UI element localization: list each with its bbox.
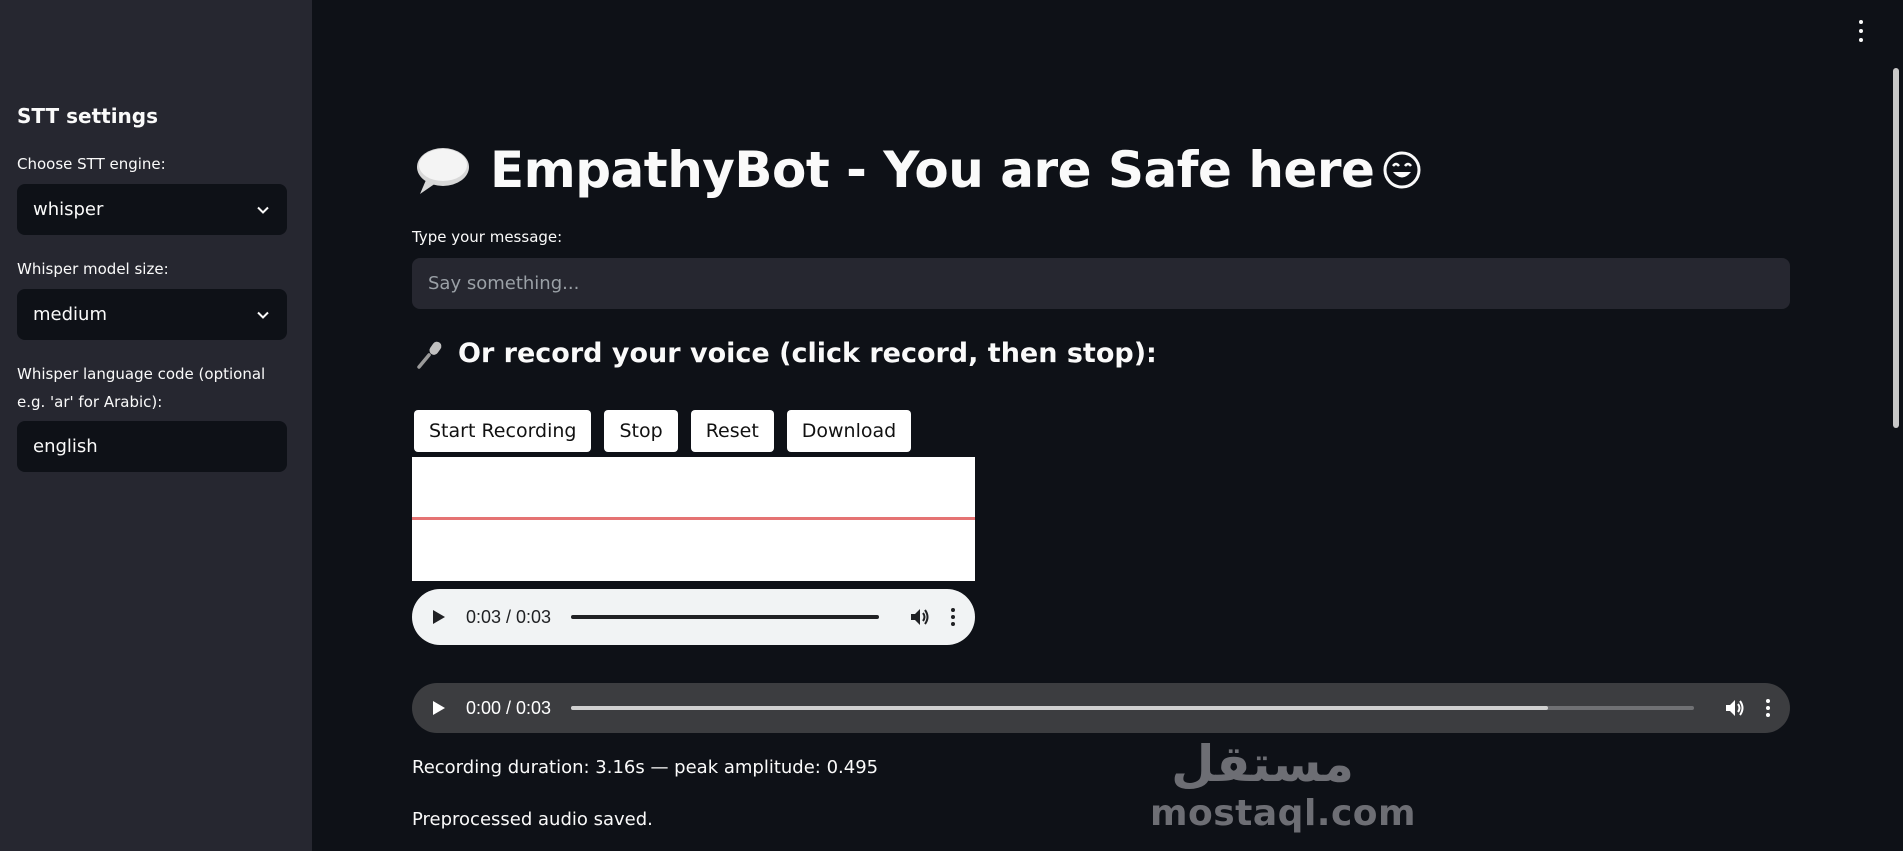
volume-icon[interactable]	[1724, 697, 1746, 719]
mostaql-watermark: مستقل mostaql.com	[1150, 735, 1417, 835]
lang-label-line2: e.g. 'ar' for Arabic):	[17, 393, 163, 411]
lang-label-line1: Whisper language code (optional	[17, 365, 266, 383]
lang-input-value: english	[33, 436, 98, 457]
play-icon[interactable]	[432, 700, 446, 716]
message-input[interactable]: Say something...	[412, 258, 1790, 309]
start-recording-button[interactable]: Start Recording	[414, 410, 592, 452]
smiling-face-icon	[1383, 151, 1421, 189]
model-label: Whisper model size:	[17, 260, 169, 278]
stop-button[interactable]: Stop	[604, 410, 678, 452]
main-menu-icon[interactable]	[1855, 20, 1867, 42]
sidebar: STT settings Choose STT engine: whisper …	[0, 0, 312, 851]
model-select-value: medium	[33, 304, 107, 325]
sidebar-title: STT settings	[17, 104, 159, 128]
recorder-buttons: Start Recording Stop Reset Download	[414, 410, 924, 452]
model-select[interactable]: medium	[17, 289, 287, 340]
recording-duration-status: Recording duration: 3.16s — peak amplitu…	[412, 757, 879, 778]
waveform-line	[412, 517, 975, 520]
waveform-canvas	[412, 457, 975, 581]
message-placeholder: Say something...	[428, 273, 580, 294]
scrollbar[interactable]	[1889, 0, 1903, 851]
player2-seek-bar[interactable]	[571, 706, 1694, 710]
more-options-icon[interactable]	[1766, 699, 1770, 717]
player2-time: 0:00 / 0:03	[466, 697, 552, 718]
record-heading-text: Or record your voice (click record, then…	[458, 338, 1157, 369]
chevron-down-icon	[257, 206, 269, 214]
player1-time: 0:03 / 0:03	[466, 606, 552, 627]
download-button[interactable]: Download	[786, 410, 912, 452]
volume-icon[interactable]	[909, 606, 931, 628]
page-title-row: EmpathyBot - You are Safe here	[412, 140, 1422, 200]
engine-select[interactable]: whisper	[17, 184, 287, 235]
player1-seek-bar[interactable]	[571, 615, 879, 619]
lang-input[interactable]: english	[17, 421, 287, 472]
engine-select-value: whisper	[33, 199, 104, 220]
watermark-text: mostaql.com	[1150, 793, 1417, 834]
reset-button[interactable]: Reset	[690, 410, 774, 452]
player2-buffer-fill	[571, 706, 1549, 710]
page-title: EmpathyBot - You are Safe here	[490, 141, 1375, 199]
saved-status: Preprocessed audio saved.	[412, 809, 653, 830]
main-area: EmpathyBot - You are Safe here Type your…	[312, 0, 1903, 851]
preprocessed-audio-player[interactable]: 0:00 / 0:03	[412, 683, 1790, 733]
more-options-icon[interactable]	[951, 608, 955, 626]
message-label: Type your message:	[412, 228, 563, 246]
play-icon[interactable]	[432, 609, 446, 625]
speech-bubble-icon	[417, 148, 469, 194]
watermark-arabic: مستقل	[1171, 735, 1354, 793]
scrollbar-thumb[interactable]	[1893, 68, 1899, 428]
engine-label: Choose STT engine:	[17, 155, 166, 173]
microphone-icon	[417, 341, 442, 369]
chevron-down-icon	[257, 311, 269, 319]
recording-audio-player[interactable]: 0:03 / 0:03	[412, 589, 975, 645]
record-heading: Or record your voice (click record, then…	[416, 338, 1157, 369]
